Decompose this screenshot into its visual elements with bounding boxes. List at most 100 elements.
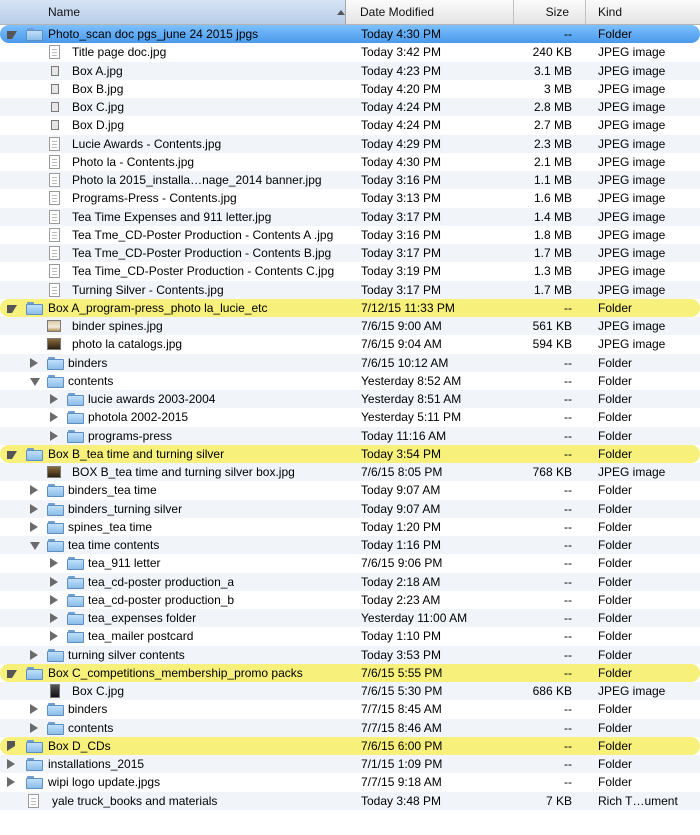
folder-row[interactable]: tea_911 letter 7/6/15 9:06 PM -- Folder xyxy=(0,554,700,572)
document-icon xyxy=(49,136,60,151)
disclosure-triangle-closed-icon[interactable] xyxy=(7,740,15,751)
file-kind: JPEG image xyxy=(598,191,666,206)
file-name: photo la catalogs.jpg xyxy=(72,337,183,352)
folder-row[interactable]: installations_2015 7/1/15 1:09 PM -- Folder xyxy=(0,755,700,774)
disclosure-triangle-closed-icon[interactable] xyxy=(50,430,58,441)
file-row[interactable]: Box D.jpg Today 4:24 PM 2.7 MB JPEG image xyxy=(0,116,700,134)
disclosure-triangle-open-icon[interactable] xyxy=(7,304,17,313)
disclosure-triangle-open-icon[interactable] xyxy=(30,542,40,550)
file-row[interactable]: Photo la - Contents.jpg Today 4:30 PM 2.1 … xyxy=(0,153,700,171)
image-thumbnail-icon xyxy=(47,338,61,351)
file-row[interactable]: Box C.jpg Today 4:24 PM 2.8 MB JPEG image xyxy=(0,98,700,117)
file-size: 2.8 MB xyxy=(533,100,572,114)
folder-row[interactable]: tea time contents Today 1:16 PM -- Folder xyxy=(0,536,700,555)
file-row[interactable]: BOX B_tea time and turning silver box.jp… xyxy=(0,463,700,482)
date-modified: 7/6/15 10:12 AM xyxy=(361,355,449,370)
disclosure-triangle-closed-icon[interactable] xyxy=(50,613,58,623)
folder-row[interactable]: tea_cd-poster production_a Today 2:18 AM -… xyxy=(0,572,700,591)
folder-row[interactable]: programs-press Today 11:16 AM -- Folder xyxy=(0,426,700,445)
disclosure-triangle-closed-icon[interactable] xyxy=(7,759,15,769)
disclosure-triangle-closed-icon[interactable] xyxy=(50,412,58,423)
folder-row[interactable]: Box D_CDs 7/6/15 6:00 PM -- Folder xyxy=(0,736,700,755)
disclosure-triangle-closed-icon[interactable] xyxy=(50,558,58,569)
file-row[interactable]: Title page doc.jpg Today 3:42 PM 240 KB JPE… xyxy=(0,43,700,61)
file-row[interactable]: Photo la 2015_installa…nage_2014 banner.… xyxy=(0,171,700,190)
document-icon xyxy=(49,45,60,60)
disclosure-triangle-closed-icon[interactable] xyxy=(50,631,58,642)
disclosure-triangle-closed-icon[interactable] xyxy=(30,704,38,715)
column-header-name[interactable]: Name xyxy=(0,0,346,24)
disclosure-triangle-open-icon[interactable] xyxy=(7,31,17,39)
disclosure-triangle-closed-icon[interactable] xyxy=(50,594,58,605)
document-icon xyxy=(49,209,60,224)
folder-row[interactable]: contents Yesterday 8:52 AM -- Folder xyxy=(0,372,700,390)
date-modified: 7/6/15 5:55 PM xyxy=(361,665,443,680)
file-row[interactable]: Tea Time_CD-Poster Production - Contents… xyxy=(0,262,700,280)
file-row[interactable]: Tea Tme_CD-Poster Production - Contents … xyxy=(0,244,700,263)
folder-row[interactable]: Photo_scan doc pgs_june 24 2015 jpgs Toda… xyxy=(0,25,700,44)
folder-row[interactable]: Box A_program-press_photo la_lucie_etc 7/… xyxy=(0,298,700,317)
disclosure-triangle-closed-icon[interactable] xyxy=(30,485,38,496)
file-name: Turning Silver - Contents.jpg xyxy=(72,282,224,297)
file-row[interactable]: Box C.jpg 7/6/15 5:30 PM 686 KB JPEG image xyxy=(0,682,700,701)
folder-row[interactable]: binders 7/7/15 8:45 AM -- Folder xyxy=(0,700,700,718)
folder-row[interactable]: binders_tea time Today 9:07 AM -- Folder xyxy=(0,481,700,499)
file-row[interactable]: photo la catalogs.jpg 7/6/15 9:04 AM 594 K… xyxy=(0,335,700,353)
disclosure-triangle-closed-icon[interactable] xyxy=(30,722,38,733)
folder-row[interactable]: binders_turning silver Today 9:07 AM -- Fol… xyxy=(0,499,700,518)
file-kind: JPEG image xyxy=(598,136,666,151)
file-kind: JPEG image xyxy=(598,684,666,698)
file-row[interactable]: Tea Tme_CD-Poster Production - Contents … xyxy=(0,226,700,244)
file-kind: Folder xyxy=(598,373,633,388)
file-row[interactable]: binder spines.jpg 7/6/15 9:00 AM 561 KB JPE… xyxy=(0,317,700,336)
file-row[interactable]: Box A.jpg Today 4:23 PM 3.1 MB JPEG image xyxy=(0,61,700,80)
file-row[interactable]: Lucie Awards - Contents.jpg Today 4:29 PM… xyxy=(0,134,700,153)
document-icon xyxy=(49,227,60,242)
folder-row[interactable]: contents 7/7/15 8:46 AM -- Folder xyxy=(0,718,700,737)
file-kind: Folder xyxy=(598,410,633,425)
file-name: tea_911 letter xyxy=(88,556,161,571)
folder-row[interactable]: Box B_tea time and turning silver Today 3… xyxy=(0,444,700,463)
column-header-date-modified[interactable]: Date Modified xyxy=(347,0,514,24)
file-size: -- xyxy=(564,410,572,425)
disclosure-triangle-closed-icon[interactable] xyxy=(30,357,38,368)
folder-row[interactable]: Box C_competitions_membership_promo pack… xyxy=(0,663,700,682)
file-size: 3.1 MB xyxy=(533,63,572,78)
disclosure-triangle-open-icon[interactable] xyxy=(30,377,40,386)
file-row[interactable]: Box B.jpg Today 4:20 PM 3 MB JPEG image xyxy=(0,80,700,98)
disclosure-triangle-closed-icon[interactable] xyxy=(30,503,38,514)
disclosure-triangle-closed-icon[interactable] xyxy=(30,521,38,532)
column-header-size[interactable]: Size xyxy=(514,0,586,24)
disclosure-triangle-closed-icon[interactable] xyxy=(50,394,58,404)
file-kind: Folder xyxy=(598,775,633,790)
disclosure-triangle-closed-icon[interactable] xyxy=(50,576,58,587)
file-row[interactable]: Programs-Press - Contents.jpg Today 3:13 … xyxy=(0,189,700,207)
file-row[interactable]: Tea Time Expenses and 911 letter.jpg Toda… xyxy=(0,207,700,226)
folder-row[interactable]: photola 2002-2015 Yesterday 5:11 PM -- Fold… xyxy=(0,408,700,426)
folder-row[interactable]: tea_expenses folder Yesterday 11:00 AM -- F… xyxy=(0,609,700,628)
document-icon xyxy=(49,173,60,187)
disclosure-triangle-closed-icon[interactable] xyxy=(30,649,38,660)
folder-row[interactable]: spines_tea time Today 1:20 PM -- Folder xyxy=(0,518,700,536)
file-row[interactable]: Turning Silver - Contents.jpg Today 3:17 … xyxy=(0,280,700,299)
column-header-kind[interactable]: Kind xyxy=(586,0,700,24)
date-modified: Today 3:53 PM xyxy=(361,647,442,662)
disclosure-triangle-open-icon[interactable] xyxy=(7,450,17,459)
folder-row[interactable]: turning silver contents Today 3:53 PM -- Fo… xyxy=(0,645,700,664)
file-name: Tea Time_CD-Poster Production - Contents… xyxy=(72,264,335,279)
file-row[interactable]: yale truck_books and materials Today 3:48… xyxy=(0,791,700,810)
folder-row[interactable]: tea_mailer postcard Today 1:10 PM -- Folder xyxy=(0,627,700,645)
file-kind: Rich T…ument xyxy=(598,793,678,808)
folder-icon xyxy=(67,411,84,425)
file-kind: Folder xyxy=(598,738,633,753)
disclosure-triangle-open-icon[interactable] xyxy=(7,669,17,678)
date-modified: Today 1:16 PM xyxy=(361,538,442,552)
folder-row[interactable]: tea_cd-poster production_b Today 2:23 AM -… xyxy=(0,591,700,609)
folder-row[interactable]: wipi logo update.jpgs 7/7/15 9:18 AM -- Fol… xyxy=(0,773,700,791)
date-modified: 7/6/15 8:05 PM xyxy=(361,465,443,479)
disclosure-triangle-closed-icon[interactable] xyxy=(7,777,15,788)
file-kind: JPEG image xyxy=(598,45,666,60)
folder-row[interactable]: binders 7/6/15 10:12 AM -- Folder xyxy=(0,353,700,372)
file-name: Box A.jpg xyxy=(72,63,123,78)
folder-row[interactable]: lucie awards 2003-2004 Yesterday 8:51 AM -… xyxy=(0,390,700,409)
